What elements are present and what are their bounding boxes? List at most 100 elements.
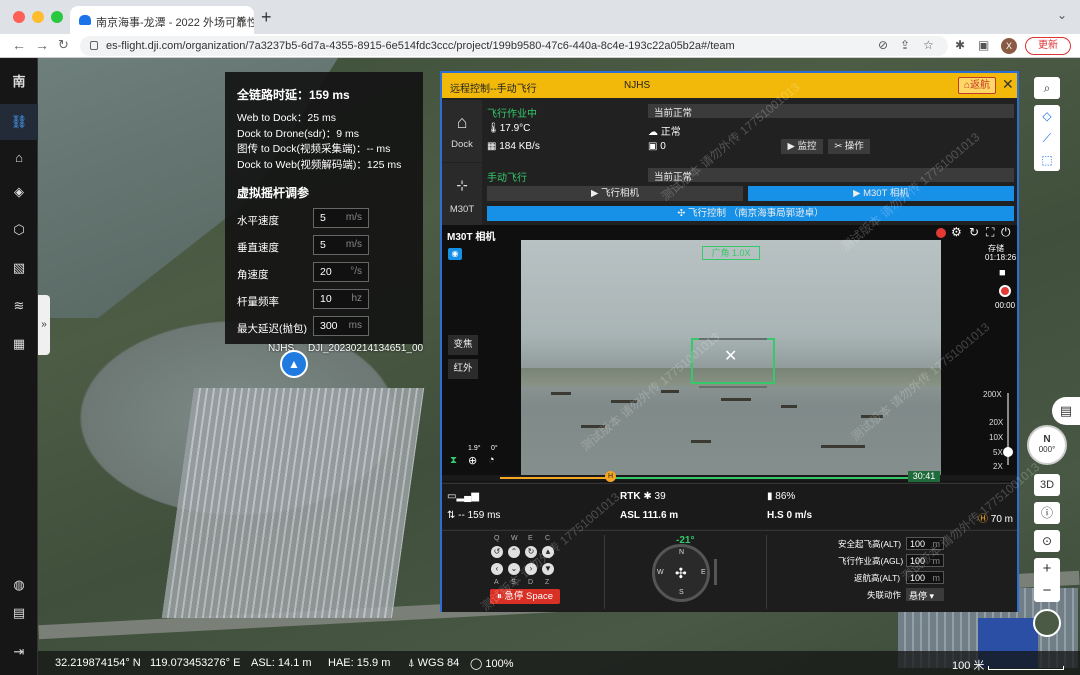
document-icon[interactable]: ▤ bbox=[9, 603, 29, 623]
video-mode-icon[interactable]: ■ bbox=[999, 267, 1006, 279]
max-delay-input[interactable]: 300 ms bbox=[313, 316, 369, 336]
expand-sidebar-button[interactable]: » bbox=[38, 295, 50, 355]
logout-icon[interactable]: ⇥ bbox=[9, 642, 29, 662]
record-dot-icon[interactable] bbox=[936, 228, 946, 238]
zoom-button[interactable]: 变焦 bbox=[448, 335, 478, 355]
tab-menu-icon[interactable]: ⌄ bbox=[1057, 8, 1067, 22]
chat-icon[interactable]: ▤ bbox=[1052, 397, 1080, 425]
chevron-down-icon: ▾ bbox=[929, 591, 935, 601]
sidebar-toggle-icon[interactable]: ▣ bbox=[978, 38, 989, 52]
dock-icon: ⌂ bbox=[456, 112, 468, 132]
rotate-left-key[interactable]: ↺ bbox=[491, 546, 503, 558]
signal-icon: ▭▂▄▆ bbox=[447, 491, 479, 502]
zoom-in-icon[interactable]: + bbox=[1034, 558, 1060, 580]
search-tool-icon[interactable]: ⌕ bbox=[1034, 77, 1060, 99]
refresh-icon[interactable]: ↻ bbox=[969, 225, 979, 239]
forward-icon[interactable]: → bbox=[35, 37, 49, 53]
reload-icon[interactable]: ↻ bbox=[58, 37, 69, 53]
close-tab-icon[interactable]: ✕ bbox=[236, 13, 246, 27]
fly-camera-button[interactable]: ▶ 飞行相机 bbox=[487, 186, 743, 201]
zoom-level[interactable]: 20X bbox=[989, 418, 1003, 427]
browser-tab[interactable]: 南京海事-龙潭 - 2022 外场可靠性 ✕ bbox=[70, 6, 254, 34]
basemap-switch-icon[interactable] bbox=[1033, 609, 1061, 637]
camera-title: M30T 相机 bbox=[447, 232, 496, 243]
altitude-asl: ASL 111.6 m bbox=[620, 510, 679, 521]
record-button[interactable] bbox=[999, 285, 1011, 297]
gimbal-pitch: 1.9° bbox=[468, 445, 481, 452]
vertical-speed-input[interactable]: 5 m/s bbox=[313, 235, 369, 255]
avatar[interactable]: X bbox=[1001, 38, 1017, 54]
dock-device: ⌂ Dock bbox=[442, 100, 482, 162]
close-window-icon[interactable] bbox=[13, 11, 25, 23]
zoom-level[interactable]: 2X bbox=[993, 462, 1003, 471]
hae-readout: HAE: 15.9 m bbox=[328, 657, 391, 669]
url-text: es-flight.dji.com/organization/7a3237b5-… bbox=[106, 40, 735, 52]
left-key[interactable]: ‹ bbox=[491, 563, 503, 575]
zoom-level[interactable]: 10X bbox=[989, 433, 1003, 442]
camera-blocked-icon[interactable]: ⊘ bbox=[878, 38, 888, 52]
media-label[interactable]: DJI_20230214134651_00 bbox=[308, 343, 423, 354]
polygon-tool-icon[interactable]: ⬚ bbox=[1034, 149, 1060, 171]
new-tab-icon[interactable]: + bbox=[261, 7, 272, 28]
map-pin-icon[interactable]: ⌂ bbox=[9, 148, 29, 168]
m30t-camera-button[interactable]: ▶ M30T 相机 bbox=[748, 186, 1014, 201]
latency-panel: 全链路时延：159 ms Web to Dock：25 ms Dock to D… bbox=[225, 72, 423, 344]
flight-control-button[interactable]: ✣ 飞行控制 （南京海事局郭逊卓） bbox=[487, 206, 1014, 221]
calendar-icon[interactable]: ▦ bbox=[9, 334, 29, 354]
project-label[interactable]: 南 bbox=[9, 72, 29, 92]
return-home-button[interactable]: ⌂返航 bbox=[958, 77, 996, 94]
zoom-slider-handle[interactable] bbox=[1003, 447, 1013, 457]
layers-icon[interactable]: ◈ bbox=[9, 182, 29, 202]
maximize-window-icon[interactable] bbox=[51, 11, 63, 23]
latency-title: 全链路时延：159 ms bbox=[237, 88, 350, 102]
star-icon[interactable]: ☆ bbox=[923, 38, 934, 52]
horizontal-speed-input[interactable]: 5 m/s bbox=[313, 208, 369, 228]
power-icon[interactable]: ⏻ bbox=[1001, 225, 1011, 240]
media-icon[interactable]: ▧ bbox=[9, 258, 29, 278]
lost-action-select[interactable]: 悬停 ▾ bbox=[906, 588, 944, 601]
fullscreen-icon[interactable]: ⛶ bbox=[986, 225, 994, 240]
pin-tool-icon[interactable]: ◇ bbox=[1034, 105, 1060, 127]
stick-frequency-input[interactable]: 10 hz bbox=[313, 289, 369, 309]
operate-button[interactable]: ✂ 操作 bbox=[828, 139, 870, 154]
zoom-level[interactable]: 200X bbox=[983, 390, 1002, 399]
model-icon[interactable]: ⬡ bbox=[9, 220, 29, 240]
photo-icon[interactable]: ◉ bbox=[448, 248, 462, 260]
satellite-icon: ✱ bbox=[643, 491, 652, 502]
datum: ⍋ WGS 84 bbox=[408, 657, 460, 669]
latency-row: 图传 to Dock(视频采集端)：-- ms bbox=[237, 143, 391, 155]
zoom-level[interactable]: 5X bbox=[993, 448, 1003, 457]
line-tool-icon[interactable]: ⟋ bbox=[1034, 127, 1060, 149]
wide-zoom-label: 广角 1.0X bbox=[702, 246, 760, 260]
info-icon[interactable]: ⓘ bbox=[1034, 502, 1060, 524]
gimbal-angle-icon: ◔ bbox=[488, 454, 495, 466]
url-field[interactable]: es-flight.dji.com/organization/7a3237b5-… bbox=[80, 36, 948, 56]
param-label: 角速度 bbox=[237, 269, 269, 281]
share-icon[interactable]: ⇪ bbox=[900, 38, 910, 52]
team-icon[interactable]: ⛓ bbox=[9, 112, 29, 132]
locate-icon[interactable]: ⊙ bbox=[1034, 530, 1060, 552]
zoom-out-icon[interactable]: − bbox=[1034, 580, 1060, 602]
angular-speed-input[interactable]: 20 °/s bbox=[313, 262, 369, 282]
flight-icon[interactable]: ≋ bbox=[9, 296, 29, 316]
drone-heading-icon: ✣ bbox=[675, 565, 687, 581]
dock-marker-icon[interactable]: ▲ bbox=[280, 350, 308, 378]
monitor-button[interactable]: ▶ 监控 bbox=[781, 139, 823, 154]
close-panel-icon[interactable]: ✕ bbox=[1002, 76, 1014, 93]
update-button[interactable]: 更新 bbox=[1025, 37, 1071, 55]
remote-control-panel: 远程控制--手动飞行 NJHS ⌂返航 ✕ ⌂ Dock 飞行作业中 当前正常 … bbox=[440, 71, 1042, 614]
network-icon: ▦ bbox=[487, 141, 497, 152]
drone-icon: ⊹ bbox=[456, 177, 468, 193]
infrared-button[interactable]: 红外 bbox=[448, 359, 478, 379]
forward-key[interactable]: ⌃ bbox=[508, 546, 520, 558]
minimize-window-icon[interactable] bbox=[32, 11, 44, 23]
safe-alt-label: 安全起飞高(ALT) bbox=[838, 539, 902, 549]
3d-toggle-button[interactable]: 3D bbox=[1034, 474, 1060, 496]
draw-tools: ◇ ⟋ ⬚ bbox=[1034, 105, 1060, 171]
settings-icon[interactable]: ⚙ bbox=[951, 225, 962, 239]
camera-view: M30T 相机 ◉ ⚙ ↻ ⛶ ⏻ 存储 01:18:26 ■ 00:00 广角… bbox=[442, 225, 1017, 482]
globe-icon[interactable]: ◍ bbox=[9, 575, 29, 595]
map-compass[interactable]: N 000° bbox=[1027, 425, 1067, 465]
back-icon[interactable]: ← bbox=[12, 37, 26, 53]
extensions-icon[interactable]: ✱ bbox=[955, 38, 965, 52]
